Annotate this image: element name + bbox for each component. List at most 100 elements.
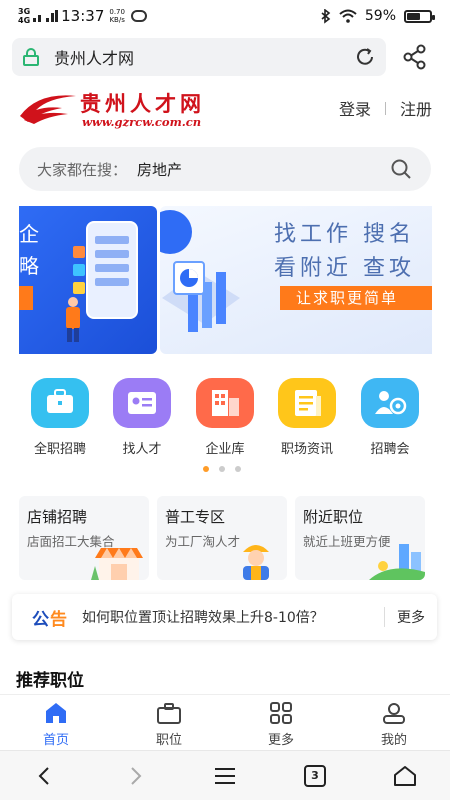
quick-link-job-fair[interactable]: 招聘会	[349, 378, 431, 457]
recommended-jobs-title: 推荐职位	[16, 671, 84, 691]
login-link[interactable]: 登录	[339, 96, 371, 120]
logo-swoosh-icon	[20, 95, 76, 124]
news-icon	[278, 378, 336, 428]
announcement-bar[interactable]: 公告 如何职位置顶让招聘效果上升8-10倍？ 更多	[12, 594, 437, 640]
quick-links: 全职招聘 找人才 企业库 职场资讯 招聘会	[0, 378, 450, 458]
banner-slide-current[interactable]: 找工作 搜名 看附近 查攻 让求职更简单	[160, 206, 432, 354]
site-header: 贵州人才网 www.gzrcw.com.cn 登录 注册	[0, 84, 450, 130]
tab-home[interactable]: 首页	[26, 701, 86, 748]
register-link[interactable]: 注册	[400, 96, 432, 120]
announcement-more-link[interactable]: 更多	[397, 607, 425, 627]
search-hot-label: 大家都在搜：	[37, 160, 128, 179]
tab-count: 3	[304, 765, 326, 787]
building-icon	[196, 378, 254, 428]
card-general-labor[interactable]: 普工专区 为工厂淘人才	[157, 496, 287, 580]
reload-icon[interactable]	[354, 46, 376, 68]
card-store-recruitment[interactable]: 店铺招聘 店面招工大集合	[19, 496, 149, 580]
signal-4g-label: 4G	[18, 16, 31, 25]
signal-3g-label: 3G	[18, 7, 31, 16]
home-shape-icon[interactable]	[392, 763, 418, 789]
forward-icon[interactable]	[122, 763, 148, 789]
quick-link-career-news[interactable]: 职场资讯	[266, 378, 348, 457]
quick-link-label: 企业库	[205, 442, 245, 457]
tab-more[interactable]: 更多	[251, 701, 311, 748]
announcement-badge-char-2: 告	[50, 609, 68, 630]
city-icon	[369, 544, 425, 580]
quick-link-full-time-jobs[interactable]: 全职招聘	[19, 378, 101, 457]
tab-label: 首页	[42, 733, 69, 748]
logo-url: www.gzrcw.com.cn	[82, 115, 202, 129]
divider	[384, 607, 385, 627]
banner-headline-2: 看附近 查攻	[274, 256, 415, 281]
announcement-badge-char-1: 公	[32, 609, 50, 630]
feature-cards: 店铺招聘 店面招工大集合 普工专区 为工厂淘人才 附近职位 就近上班更方便	[19, 496, 431, 580]
tab-jobs[interactable]: 职位	[139, 701, 199, 748]
status-time: 13:37	[61, 7, 105, 25]
signal-bars-icon	[33, 10, 59, 22]
network-speed-unit: KB/s	[109, 16, 125, 24]
logo-title: 贵州人才网	[80, 91, 205, 116]
user-icon	[383, 703, 405, 724]
battery-icon	[404, 9, 435, 23]
quick-link-label: 全职招聘	[33, 442, 86, 457]
lock-icon	[22, 48, 40, 66]
announcement-text[interactable]: 如何职位置顶让招聘效果上升8-10倍？	[82, 607, 372, 627]
carousel-dots	[203, 466, 241, 472]
browser-navigation-bar: 3	[0, 750, 450, 800]
back-icon[interactable]	[32, 763, 58, 789]
quick-link-find-talent[interactable]: 找人才	[101, 378, 183, 457]
banner-headline-1: 找工作 搜名	[274, 222, 415, 247]
quick-link-label: 找人才	[122, 442, 162, 457]
bluetooth-icon	[321, 8, 331, 24]
page: 3G 4G 13:37 0.70 KB/s 59% 贵州人才网 贵州人才网 ww…	[0, 0, 450, 800]
announcement-badge: 公告	[32, 605, 68, 630]
divider	[384, 101, 386, 115]
id-card-icon	[113, 378, 171, 428]
banner-carousel[interactable]: 企 略 找工作 搜名 看附近 查攻 让求职更简单	[0, 206, 450, 354]
search-hot-term[interactable]: 房地产	[137, 159, 389, 180]
network-speed: 0.70 KB/s	[109, 8, 125, 24]
battery-percent: 59%	[364, 8, 396, 24]
people-icon	[361, 378, 419, 428]
phone-illustration-icon	[66, 221, 138, 342]
card-title: 店铺招聘	[27, 508, 88, 526]
network-speed-value: 0.70	[109, 8, 125, 16]
worker-icon	[243, 545, 269, 580]
menu-icon[interactable]	[212, 763, 238, 789]
quick-link-company-directory[interactable]: 企业库	[184, 378, 266, 457]
tab-label: 更多	[267, 733, 294, 748]
search-icon[interactable]	[389, 157, 413, 181]
battery-level	[407, 12, 420, 20]
wifi-icon	[339, 9, 357, 23]
address-bar[interactable]: 贵州人才网	[12, 38, 386, 76]
tab-label: 职位	[155, 733, 182, 748]
signal-indicator: 3G 4G	[18, 7, 30, 25]
carousel-dot[interactable]	[235, 466, 241, 472]
banner-cta[interactable]: 让求职更简单	[280, 286, 432, 310]
briefcase-icon	[157, 703, 181, 724]
tabs-button[interactable]: 3	[304, 763, 330, 789]
quick-link-label: 职场资讯	[280, 442, 333, 457]
site-logo[interactable]: 贵州人才网 www.gzrcw.com.cn	[18, 88, 258, 130]
carousel-dot-active[interactable]	[203, 466, 209, 472]
share-icon[interactable]	[402, 44, 428, 70]
card-nearby-jobs[interactable]: 附近职位 就近上班更方便	[295, 496, 425, 580]
tab-label: 我的	[380, 733, 407, 748]
card-title: 普工专区	[165, 508, 226, 526]
bottom-tab-bar: 首页 职位 更多 我的	[0, 694, 450, 748]
address-bar-title[interactable]: 贵州人才网	[54, 45, 354, 69]
status-bar: 3G 4G 13:37 0.70 KB/s 59%	[0, 0, 450, 32]
banner-slide-previous[interactable]: 企 略	[19, 206, 157, 354]
search-bar[interactable]: 大家都在搜： 房地产	[19, 147, 431, 191]
home-icon	[46, 703, 66, 723]
briefcase-icon	[31, 378, 89, 428]
account-links: 登录 注册	[339, 96, 432, 120]
grid-icon	[270, 702, 292, 724]
status-right: 59%	[321, 8, 435, 24]
chart-illustration-icon	[160, 210, 240, 332]
carousel-dot[interactable]	[219, 466, 225, 472]
wechat-icon	[130, 10, 147, 22]
storefront-icon	[91, 548, 143, 580]
card-title: 附近职位	[303, 508, 364, 526]
tab-profile[interactable]: 我的	[364, 701, 424, 748]
